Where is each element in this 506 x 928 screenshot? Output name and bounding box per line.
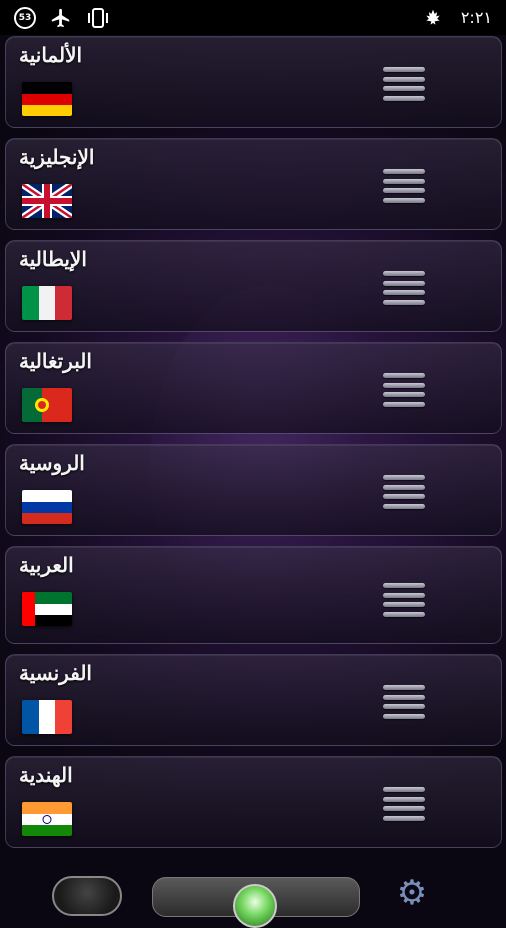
language-name: البرتغالية bbox=[19, 349, 92, 373]
germany-flag-icon bbox=[22, 82, 72, 116]
center-toggle-button[interactable] bbox=[152, 877, 360, 928]
status-bar: 53 ٢:٢١ bbox=[0, 0, 506, 35]
drag-handle-icon[interactable] bbox=[383, 475, 425, 509]
notification-badge-icon: 53 bbox=[14, 6, 36, 29]
italy-flag-icon bbox=[22, 286, 72, 320]
drag-handle-icon[interactable] bbox=[383, 685, 425, 719]
language-name: العربية bbox=[19, 553, 74, 577]
drag-handle-icon[interactable] bbox=[383, 169, 425, 203]
list-item[interactable]: الألمانية bbox=[5, 36, 502, 128]
uk-flag-icon bbox=[22, 184, 72, 218]
language-name: الروسية bbox=[19, 451, 85, 475]
drag-handle-icon[interactable] bbox=[383, 583, 425, 617]
list-item[interactable]: البرتغالية bbox=[5, 342, 502, 434]
toggle-knob-icon bbox=[233, 884, 277, 928]
drag-handle-icon[interactable] bbox=[383, 373, 425, 407]
language-name: الألمانية bbox=[19, 43, 83, 67]
drag-handle-icon[interactable] bbox=[383, 67, 425, 101]
list-item[interactable]: الإنجليزية bbox=[5, 138, 502, 230]
india-flag-icon bbox=[22, 802, 72, 836]
language-name: الهندية bbox=[19, 763, 73, 787]
list-item[interactable]: الإيطالية bbox=[5, 240, 502, 332]
drag-handle-icon[interactable] bbox=[383, 271, 425, 305]
drag-handle-icon[interactable] bbox=[383, 787, 425, 821]
list-item[interactable]: العربية bbox=[5, 546, 502, 644]
maple-leaf-icon bbox=[426, 9, 440, 25]
gear-icon[interactable]: ⚙ bbox=[394, 876, 430, 912]
russia-flag-icon bbox=[22, 490, 72, 524]
france-flag-icon bbox=[22, 700, 72, 734]
list-item[interactable]: الروسية bbox=[5, 444, 502, 536]
clock: ٢:٢١ bbox=[460, 8, 492, 27]
bottom-toolbar: ⚙ bbox=[0, 868, 506, 928]
language-name: الفرنسية bbox=[19, 661, 92, 685]
vibrate-icon bbox=[88, 7, 108, 28]
back-button[interactable] bbox=[52, 876, 122, 916]
uae-flag-icon bbox=[22, 592, 72, 626]
airplane-icon bbox=[51, 8, 70, 27]
language-name: الإنجليزية bbox=[19, 145, 95, 169]
portugal-flag-icon bbox=[22, 388, 72, 422]
list-item[interactable]: الهندية bbox=[5, 756, 502, 848]
language-name: الإيطالية bbox=[19, 247, 87, 271]
list-item[interactable]: الفرنسية bbox=[5, 654, 502, 746]
